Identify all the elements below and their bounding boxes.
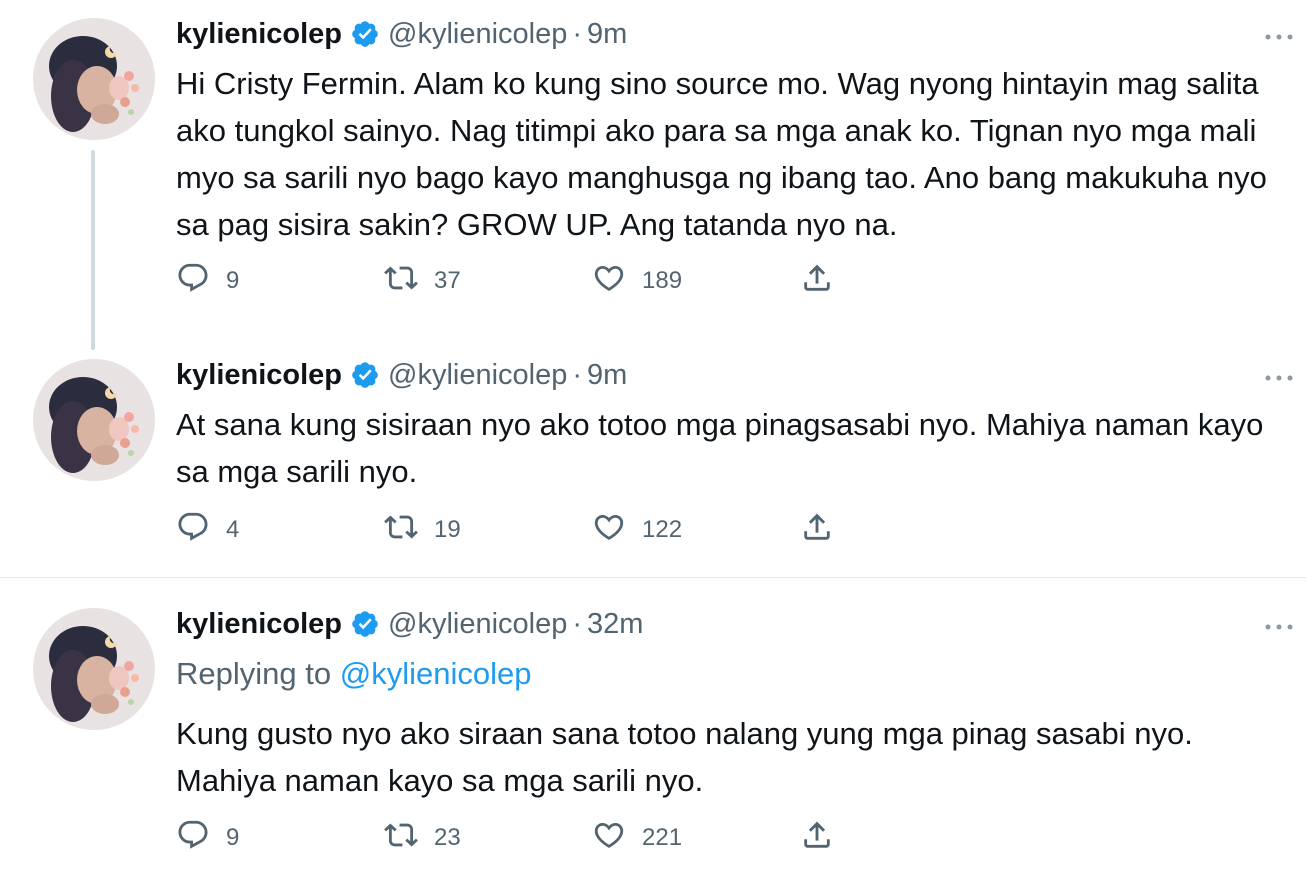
- like-button[interactable]: 221: [592, 818, 682, 858]
- share-icon: [800, 261, 834, 302]
- retweet-count: 37: [434, 267, 461, 294]
- replying-to-handle-link[interactable]: @kylienicolep: [340, 656, 532, 691]
- tweet-text: Hi Cristy Fermin. Alam ko kung sino sour…: [176, 66, 1267, 242]
- retweet-count: 19: [434, 516, 461, 543]
- display-name[interactable]: kylienicolep: [176, 608, 342, 641]
- verified-badge-icon: [350, 360, 380, 390]
- retweet-count: 23: [434, 824, 461, 851]
- avatar[interactable]: [33, 18, 155, 140]
- tweet-actions: 4 19 122: [176, 510, 936, 550]
- retweet-button[interactable]: 19: [384, 510, 461, 550]
- retweet-button[interactable]: 23: [384, 818, 461, 858]
- tweet[interactable]: kylienicolep @kylienicolep · 32m Replyin…: [0, 578, 1306, 888]
- replying-to-line: Replying to @kylienicolep: [176, 654, 531, 694]
- heart-icon: [592, 261, 626, 302]
- reply-icon: [176, 261, 210, 302]
- replying-to-label: Replying to: [176, 656, 332, 691]
- reply-button[interactable]: 4: [176, 510, 239, 550]
- more-options-icon[interactable]: [1264, 619, 1294, 630]
- tweet[interactable]: kylienicolep @kylienicolep · 9m At sana …: [0, 345, 1306, 577]
- user-handle[interactable]: @kylienicolep: [388, 608, 567, 641]
- timestamp[interactable]: 9m: [587, 18, 627, 51]
- like-count: 189: [642, 267, 683, 294]
- share-icon: [800, 510, 834, 551]
- avatar[interactable]: [33, 359, 155, 481]
- user-handle[interactable]: @kylienicolep: [388, 18, 567, 51]
- retweet-icon: [384, 261, 418, 302]
- tweet-header: kylienicolep @kylienicolep · 9m: [176, 14, 627, 54]
- tweet-header: kylienicolep @kylienicolep · 32m: [176, 604, 643, 644]
- share-button[interactable]: [800, 510, 834, 550]
- tweet-feed: kylienicolep @kylienicolep · 9m Hi Crist…: [0, 0, 1306, 888]
- more-options-icon[interactable]: [1264, 370, 1294, 381]
- display-name[interactable]: kylienicolep: [176, 359, 342, 392]
- verified-badge-icon: [350, 609, 380, 639]
- separator-dot: ·: [572, 17, 583, 50]
- share-button[interactable]: [800, 818, 834, 858]
- retweet-icon: [384, 510, 418, 551]
- separator-dot: ·: [572, 607, 583, 640]
- like-button[interactable]: 189: [592, 261, 682, 301]
- reply-icon: [176, 510, 210, 551]
- retweet-icon: [384, 818, 418, 859]
- reply-button[interactable]: 9: [176, 818, 239, 858]
- retweet-button[interactable]: 37: [384, 261, 461, 301]
- share-icon: [800, 818, 834, 859]
- reply-count: 4: [226, 516, 240, 543]
- tweet-header: kylienicolep @kylienicolep · 9m: [176, 355, 627, 395]
- reply-count: 9: [226, 267, 240, 294]
- tweet-text: At sana kung sisiraan nyo ako totoo mga …: [176, 407, 1264, 489]
- tweet-text: Kung gusto nyo ako siraan sana totoo nal…: [176, 716, 1193, 798]
- avatar[interactable]: [33, 608, 155, 730]
- user-handle[interactable]: @kylienicolep: [388, 359, 567, 392]
- reply-icon: [176, 818, 210, 859]
- like-button[interactable]: 122: [592, 510, 682, 550]
- timestamp[interactable]: 9m: [587, 359, 627, 392]
- more-options-icon[interactable]: [1264, 29, 1294, 40]
- reply-count: 9: [226, 824, 240, 851]
- like-count: 221: [642, 824, 683, 851]
- separator-dot: ·: [572, 358, 583, 391]
- heart-icon: [592, 818, 626, 859]
- like-count: 122: [642, 516, 683, 543]
- verified-badge-icon: [350, 19, 380, 49]
- tweet[interactable]: kylienicolep @kylienicolep · 9m Hi Crist…: [0, 0, 1306, 330]
- tweet-actions: 9 23 221: [176, 818, 936, 858]
- timestamp[interactable]: 32m: [587, 608, 643, 641]
- share-button[interactable]: [800, 261, 834, 301]
- reply-button[interactable]: 9: [176, 261, 239, 301]
- heart-icon: [592, 510, 626, 551]
- display-name[interactable]: kylienicolep: [176, 18, 342, 51]
- tweet-actions: 9 37 189: [176, 261, 936, 301]
